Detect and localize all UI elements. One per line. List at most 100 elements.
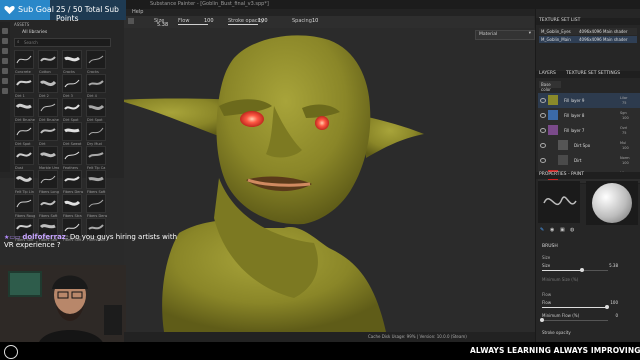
- toolbar-flow-slider[interactable]: [178, 24, 208, 25]
- layer-row[interactable]: Fill layer 8 Sgn 100: [538, 108, 640, 124]
- layer-blend-mode[interactable]: Ovrl: [620, 126, 627, 130]
- layer-blend-mode[interactable]: Sgn: [620, 111, 627, 115]
- chevron-down-icon: ▾: [528, 31, 531, 36]
- picker-tool-icon[interactable]: [2, 88, 8, 94]
- alpha-tab-icon[interactable]: ▣: [560, 227, 565, 233]
- size-section-title: Size: [542, 255, 551, 260]
- texture-set-main[interactable]: M_Goblin_Main 4096x4096 Main shader: [539, 36, 637, 43]
- brush-preset[interactable]: Dry Mud: [86, 122, 106, 146]
- brush-preset[interactable]: Dirt Spot: [14, 122, 34, 146]
- brush-preset[interactable]: Dirt Brushed: [14, 98, 35, 122]
- layer-opacity[interactable]: 100: [622, 146, 629, 150]
- size-slider[interactable]: [542, 270, 608, 271]
- stencil-tab-icon[interactable]: ◍: [570, 227, 574, 233]
- brush-preset[interactable]: Fibers Soft: [86, 170, 106, 194]
- projection-tool-icon[interactable]: [2, 48, 8, 54]
- layer-opacity[interactable]: 100: [622, 116, 629, 120]
- brush-preset[interactable]: Fibers Long: [38, 170, 59, 194]
- brush-preset[interactable]: Dirt 1: [14, 74, 34, 98]
- chat-message-line-1: Do you guys hiring artists with: [69, 233, 178, 241]
- brush-preset[interactable]: Dirt Spot: [86, 98, 106, 122]
- paint-tool-icon[interactable]: [2, 28, 8, 34]
- brush-tab-icon[interactable]: ✎: [540, 227, 544, 233]
- toolbar-flow-value[interactable]: 100: [204, 18, 214, 24]
- toolbar-stroke-opacity-value[interactable]: 100: [258, 18, 268, 24]
- visibility-eye-icon[interactable]: [540, 98, 546, 103]
- visibility-eye-icon[interactable]: [540, 113, 546, 118]
- brush-preset[interactable]: Fibers Dens: [86, 194, 107, 218]
- size-property[interactable]: Size 5.38: [540, 263, 620, 273]
- brush-preset[interactable]: Fibers Soft: [38, 194, 58, 218]
- layer-blend-mode[interactable]: Norm: [620, 156, 630, 160]
- layer-opacity[interactable]: 100: [622, 161, 629, 165]
- layer-row[interactable]: Fill layer 7 Ovrl 75: [538, 123, 640, 139]
- smudge-tool-icon[interactable]: [2, 58, 8, 64]
- brush-preset[interactable]: Dirt: [38, 122, 58, 146]
- brush-preset[interactable]: Cotton: [38, 50, 58, 74]
- shelf-title: ASSETS: [14, 22, 30, 27]
- layer-name: Fill layer 7: [564, 128, 585, 133]
- material-preview: [586, 181, 638, 225]
- layer-row[interactable]: Dirt Norm 100: [538, 153, 640, 169]
- stream-banner: ALWAYS LEARNING ALWAYS IMPROVING: [0, 342, 640, 360]
- brush-preset[interactable]: Cracks: [86, 50, 106, 74]
- minimum-size-property[interactable]: Minimum Size (%): [540, 277, 620, 287]
- menu-help[interactable]: Help: [132, 9, 143, 15]
- layer-name: Fill layer 8: [564, 113, 585, 118]
- window-title: Substance Painter - [Goblin_Bust_final_v…: [150, 1, 269, 7]
- layer-row[interactable]: Dirt Spo Mul 100: [538, 138, 640, 154]
- shelf-tab-all-libraries[interactable]: All libraries: [22, 30, 47, 35]
- brush-preset[interactable]: Felt Tip Lin: [14, 170, 34, 194]
- brush-preset[interactable]: Dirt Sweat: [62, 122, 82, 146]
- tab-layers[interactable]: LAYERS: [539, 71, 556, 76]
- flow-slider-handle[interactable]: [604, 305, 609, 309]
- layer-row[interactable]: Fill layer 9 Lilar 75: [538, 93, 640, 109]
- channel-select[interactable]: Base color: [539, 81, 561, 92]
- fill-tool-icon[interactable]: [2, 78, 8, 84]
- layer-blend-mode[interactable]: Lilar: [620, 96, 627, 100]
- visibility-eye-icon[interactable]: [540, 128, 546, 133]
- texture-set-eyes[interactable]: M_Goblin_Eyes 4096x4096 Main shader: [539, 28, 637, 35]
- brush-preset[interactable]: Dirt 4: [86, 74, 106, 98]
- flow-slider[interactable]: [542, 307, 608, 308]
- eraser-tool-icon[interactable]: [2, 38, 8, 44]
- 3d-viewport[interactable]: [116, 28, 535, 332]
- brush-preset[interactable]: Dirt Spot: [62, 98, 82, 122]
- tab-texture-set-settings[interactable]: TEXTURE SET SETTINGS: [566, 71, 620, 76]
- toolbar-stroke-opacity-slider[interactable]: [228, 24, 258, 25]
- visibility-eye-icon[interactable]: [540, 158, 546, 163]
- brush-preset[interactable]: Feathers: [62, 146, 82, 170]
- clone-tool-icon[interactable]: [2, 68, 8, 74]
- status-text: Cache Disk Usage: 99% | Version: 10.0.0 …: [368, 334, 467, 339]
- brush-preset[interactable]: Felt Tip Ca: [86, 146, 106, 170]
- sub-goal-widget: Sub Goal 25 / 50 Total Sub Points: [0, 0, 126, 23]
- layer-opacity[interactable]: 75: [622, 101, 626, 105]
- viewport-mode-select[interactable]: Material ▾: [475, 30, 535, 40]
- minimum-flow-property[interactable]: Minimum Flow (%) 0: [540, 313, 620, 323]
- flow-property[interactable]: Flow 100: [540, 300, 620, 310]
- heart-icon: [4, 5, 15, 15]
- toolbar-spacing-value[interactable]: 10: [312, 18, 318, 24]
- texture-set-list-header: TEXTURE SET LIST: [536, 18, 640, 25]
- minimum-flow-slider[interactable]: [542, 320, 608, 321]
- visibility-eye-icon[interactable]: [540, 143, 546, 148]
- brush-preset[interactable]: Dust: [14, 146, 34, 170]
- brush-icon[interactable]: [128, 18, 134, 24]
- brush-preset[interactable]: Fibers Rough: [14, 194, 35, 218]
- minimum-flow-slider-handle[interactable]: [540, 318, 544, 322]
- brush-preset[interactable]: Fibers Dense: [62, 170, 83, 194]
- brush-preset[interactable]: Cracks: [62, 50, 82, 74]
- webcam-feed: [0, 265, 126, 345]
- brush-preset[interactable]: Dirt 2: [38, 74, 58, 98]
- layer-blend-mode[interactable]: Mul: [620, 141, 626, 145]
- material-tab-icon[interactable]: ◉: [550, 227, 554, 233]
- brush-preset[interactable]: Marble Umer: [38, 146, 59, 170]
- shelf-search-input[interactable]: ⌕ Search: [14, 38, 111, 47]
- brush-preset[interactable]: Concrete: [14, 50, 34, 74]
- size-slider-handle[interactable]: [579, 268, 584, 272]
- brush-preset[interactable]: Fibers Stra: [62, 194, 82, 218]
- sub-goal-count: 25 / 50 Total Sub Points: [56, 5, 119, 23]
- brush-preset[interactable]: Dirt Brushed: [38, 98, 59, 122]
- layer-opacity[interactable]: 75: [622, 131, 626, 135]
- brush-preset[interactable]: Dirt 3: [62, 74, 82, 98]
